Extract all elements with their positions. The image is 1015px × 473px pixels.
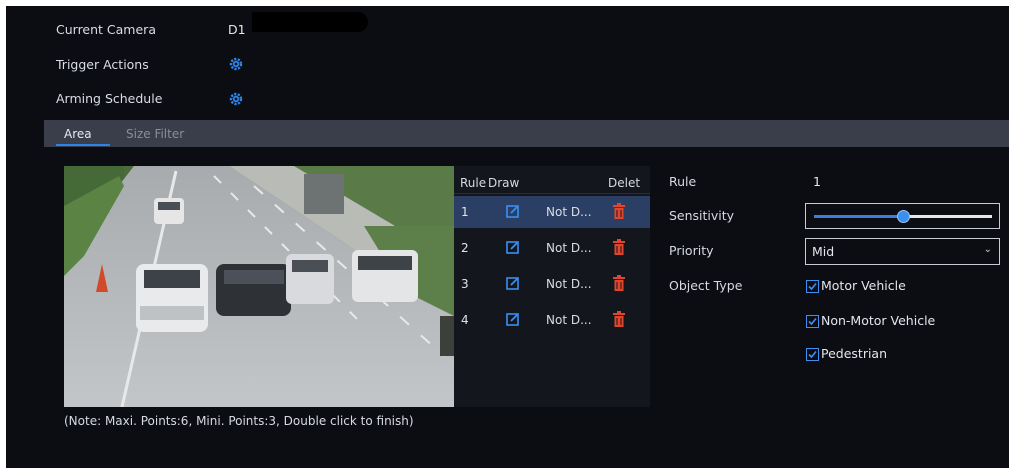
rule-table: Rule Draw Delet 1 Not D... 2 Not D... 3 … <box>454 166 650 407</box>
slider-handle[interactable] <box>897 210 910 223</box>
priority-value: Mid <box>812 244 835 259</box>
table-row[interactable]: 4 Not D... <box>454 304 650 336</box>
slider-fill <box>814 215 903 218</box>
edit-icon[interactable] <box>506 312 520 326</box>
draw-status: Not D... <box>546 241 592 255</box>
active-tab-indicator <box>56 144 110 146</box>
priority-label: Priority <box>669 243 714 258</box>
gear-icon[interactable] <box>229 57 243 71</box>
drawing-note: (Note: Maxi. Points:6, Mini. Points:3, D… <box>64 414 414 428</box>
current-camera-value: D1 <box>228 22 246 37</box>
rule-number: 1 <box>461 205 469 219</box>
draw-column-header: Draw <box>488 176 520 190</box>
object-type-label: Object Type <box>669 278 743 293</box>
trash-icon[interactable] <box>613 275 625 291</box>
gear-icon[interactable] <box>229 92 243 106</box>
delete-column-header: Delet <box>608 176 641 190</box>
rule-number: 2 <box>461 241 469 255</box>
checkbox[interactable] <box>806 348 819 361</box>
rule-number: 4 <box>461 313 469 327</box>
trash-icon[interactable] <box>613 203 625 219</box>
rule-value: 1 <box>813 174 821 189</box>
draw-status: Not D... <box>546 313 592 327</box>
trash-icon[interactable] <box>613 311 625 327</box>
edit-icon[interactable] <box>506 204 520 218</box>
table-row[interactable]: 3 Not D... <box>454 268 650 300</box>
current-camera-label: Current Camera <box>56 22 156 37</box>
rule-label: Rule <box>669 174 697 189</box>
redaction-bar <box>252 12 368 32</box>
sensitivity-label: Sensitivity <box>669 208 735 223</box>
tab-area[interactable]: Area <box>64 127 92 141</box>
table-row[interactable]: 1 Not D... <box>454 196 650 228</box>
checkbox-label: Pedestrian <box>821 346 888 361</box>
arming-schedule-label: Arming Schedule <box>56 91 163 106</box>
chevron-down-icon: ⌄ <box>983 244 992 255</box>
trigger-actions-label: Trigger Actions <box>56 57 149 72</box>
checkbox-label: Non-Motor Vehicle <box>821 313 936 328</box>
tab-size-filter[interactable]: Size Filter <box>126 127 184 141</box>
rule-column-header: Rule <box>460 176 487 190</box>
priority-select[interactable]: Mid ⌄ <box>805 238 1000 265</box>
checkbox-label: Motor Vehicle <box>821 278 906 293</box>
header-divider <box>454 193 650 194</box>
trash-icon[interactable] <box>613 239 625 255</box>
table-row[interactable]: 2 Not D... <box>454 232 650 264</box>
edit-icon[interactable] <box>506 276 520 290</box>
draw-status: Not D... <box>546 205 592 219</box>
sensitivity-slider[interactable] <box>805 203 1000 229</box>
rule-number: 3 <box>461 277 469 291</box>
draw-status: Not D... <box>546 277 592 291</box>
checkbox[interactable] <box>806 315 819 328</box>
video-preview[interactable] <box>64 166 454 407</box>
tab-bar: Area Size Filter <box>44 120 1009 147</box>
edit-icon[interactable] <box>506 240 520 254</box>
checkbox[interactable] <box>806 280 819 293</box>
